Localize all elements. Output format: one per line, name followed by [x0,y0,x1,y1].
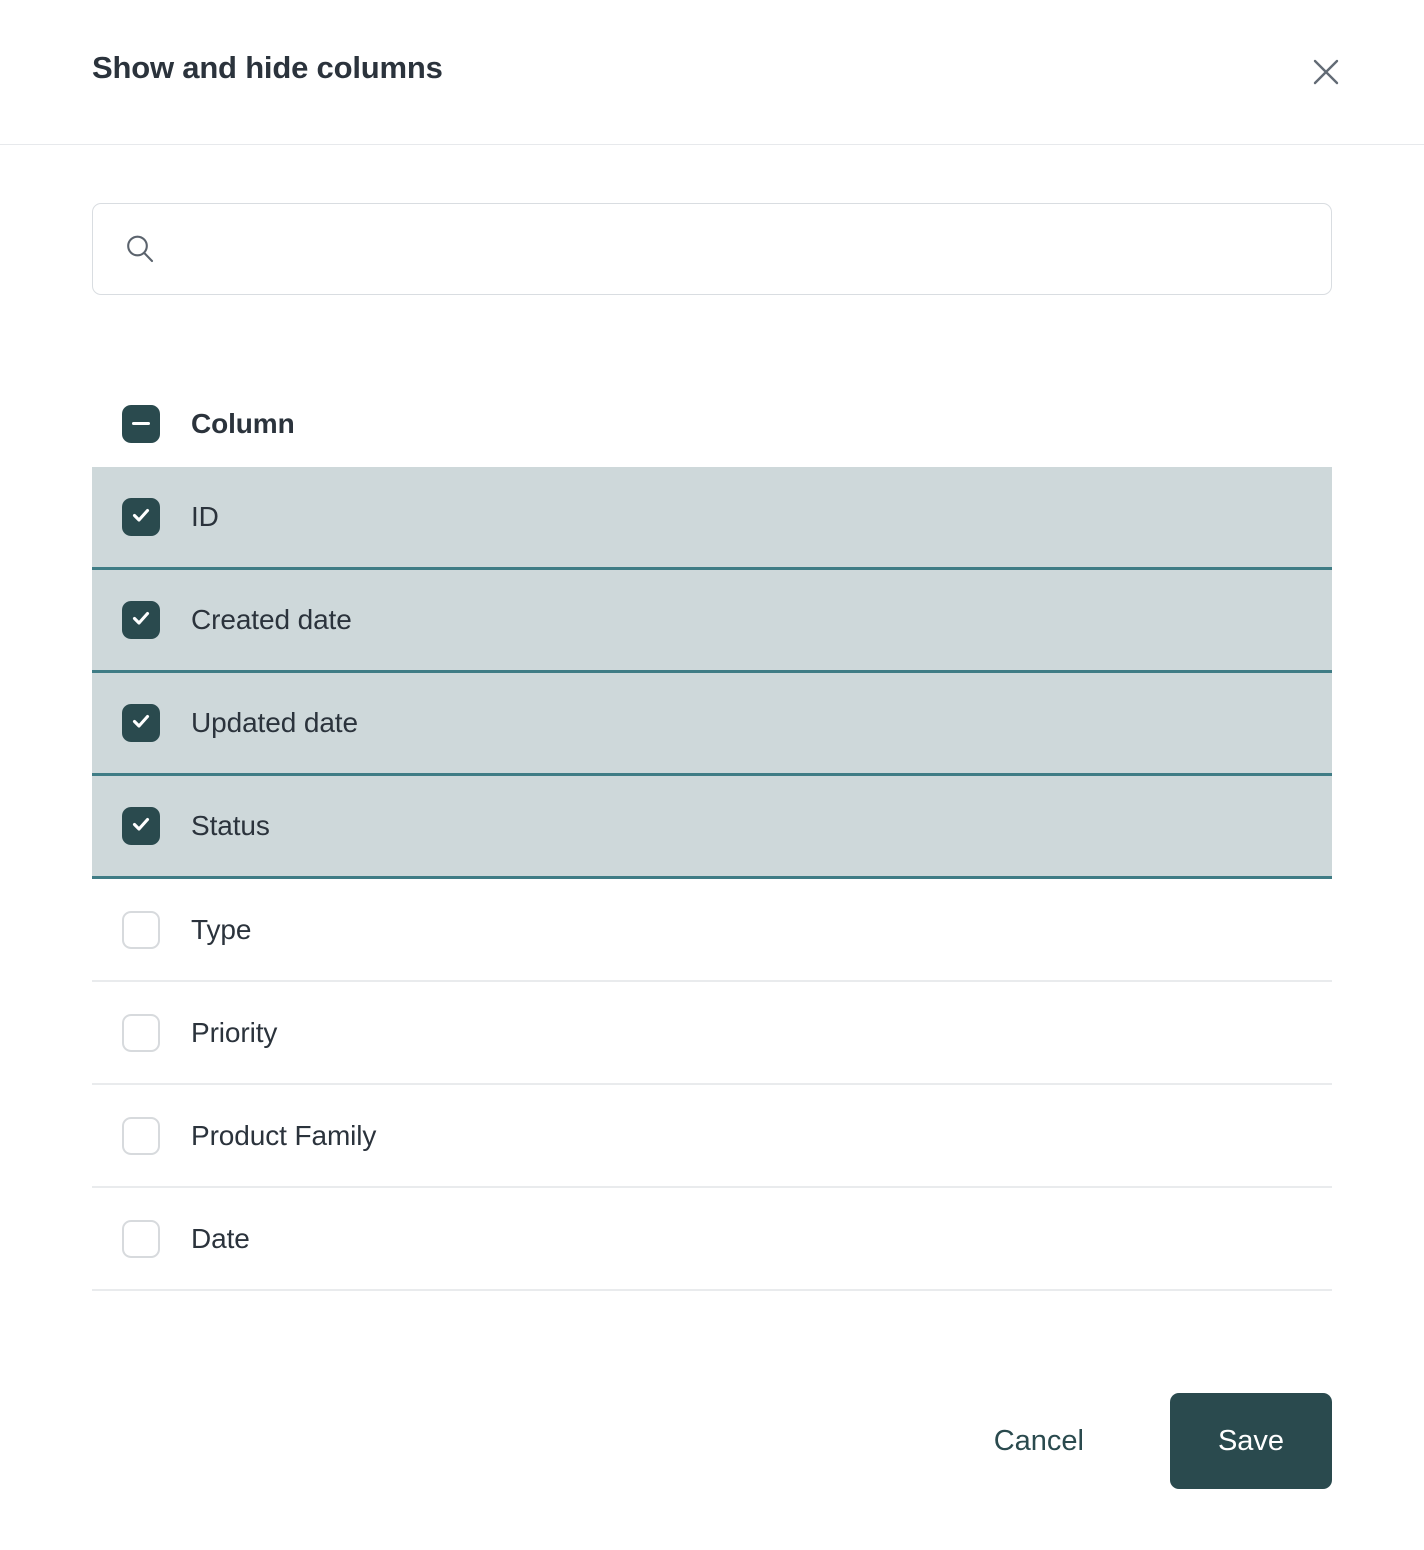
table-row[interactable]: Created date [92,570,1332,673]
row-label: Created date [191,604,352,635]
table-row[interactable]: Priority [92,982,1332,1085]
row-checkbox[interactable] [122,704,160,742]
row-label: Priority [191,1016,278,1048]
row-checkbox-slot [92,704,191,742]
search-icon [123,232,157,266]
columns-list: Column ID Created date Updated date Stat… [92,380,1332,1291]
indeterminate-dash-icon [132,421,150,426]
row-checkbox-slot [92,1219,191,1258]
table-row[interactable]: Date [92,1188,1332,1291]
table-row[interactable]: ID [92,467,1332,570]
search-input[interactable] [175,218,1307,280]
select-all-checkbox-slot [92,404,191,443]
row-label: ID [191,501,219,532]
row-checkbox[interactable] [122,910,160,949]
close-button[interactable] [1304,50,1348,94]
row-label: Type [191,913,252,945]
check-icon [130,504,152,531]
show-hide-columns-dialog: Show and hide columns Column ID Created … [0,0,1424,1550]
table-row[interactable]: Type [92,879,1332,982]
row-checkbox[interactable] [122,1219,160,1258]
row-checkbox[interactable] [122,807,160,845]
table-row[interactable]: Status [92,776,1332,879]
save-button[interactable]: Save [1170,1393,1332,1489]
columns-header-label: Column [191,407,295,439]
cancel-button[interactable]: Cancel [968,1407,1110,1476]
row-label: Product Family [191,1119,377,1151]
page-title: Show and hide columns [92,50,443,85]
row-checkbox-slot [92,807,191,845]
dialog-header: Show and hide columns [0,0,1424,145]
row-checkbox[interactable] [122,498,160,536]
close-icon [1311,57,1341,87]
check-icon [130,813,152,840]
row-checkbox[interactable] [122,1013,160,1052]
check-icon [130,710,152,737]
row-checkbox-slot [92,1013,191,1052]
search-field[interactable] [92,203,1332,295]
row-label: Updated date [191,707,358,738]
row-checkbox[interactable] [122,1116,160,1155]
select-all-checkbox[interactable] [122,404,160,443]
check-icon [130,607,152,634]
row-checkbox-slot [92,1116,191,1155]
dialog-footer: Cancel Save [92,1393,1332,1489]
table-row[interactable]: Updated date [92,673,1332,776]
row-checkbox-slot [92,910,191,949]
row-checkbox-slot [92,601,191,639]
row-label: Status [191,810,270,841]
row-checkbox[interactable] [122,601,160,639]
row-label: Date [191,1222,250,1254]
row-checkbox-slot [92,498,191,536]
columns-list-header: Column [92,380,1332,467]
table-row[interactable]: Product Family [92,1085,1332,1188]
